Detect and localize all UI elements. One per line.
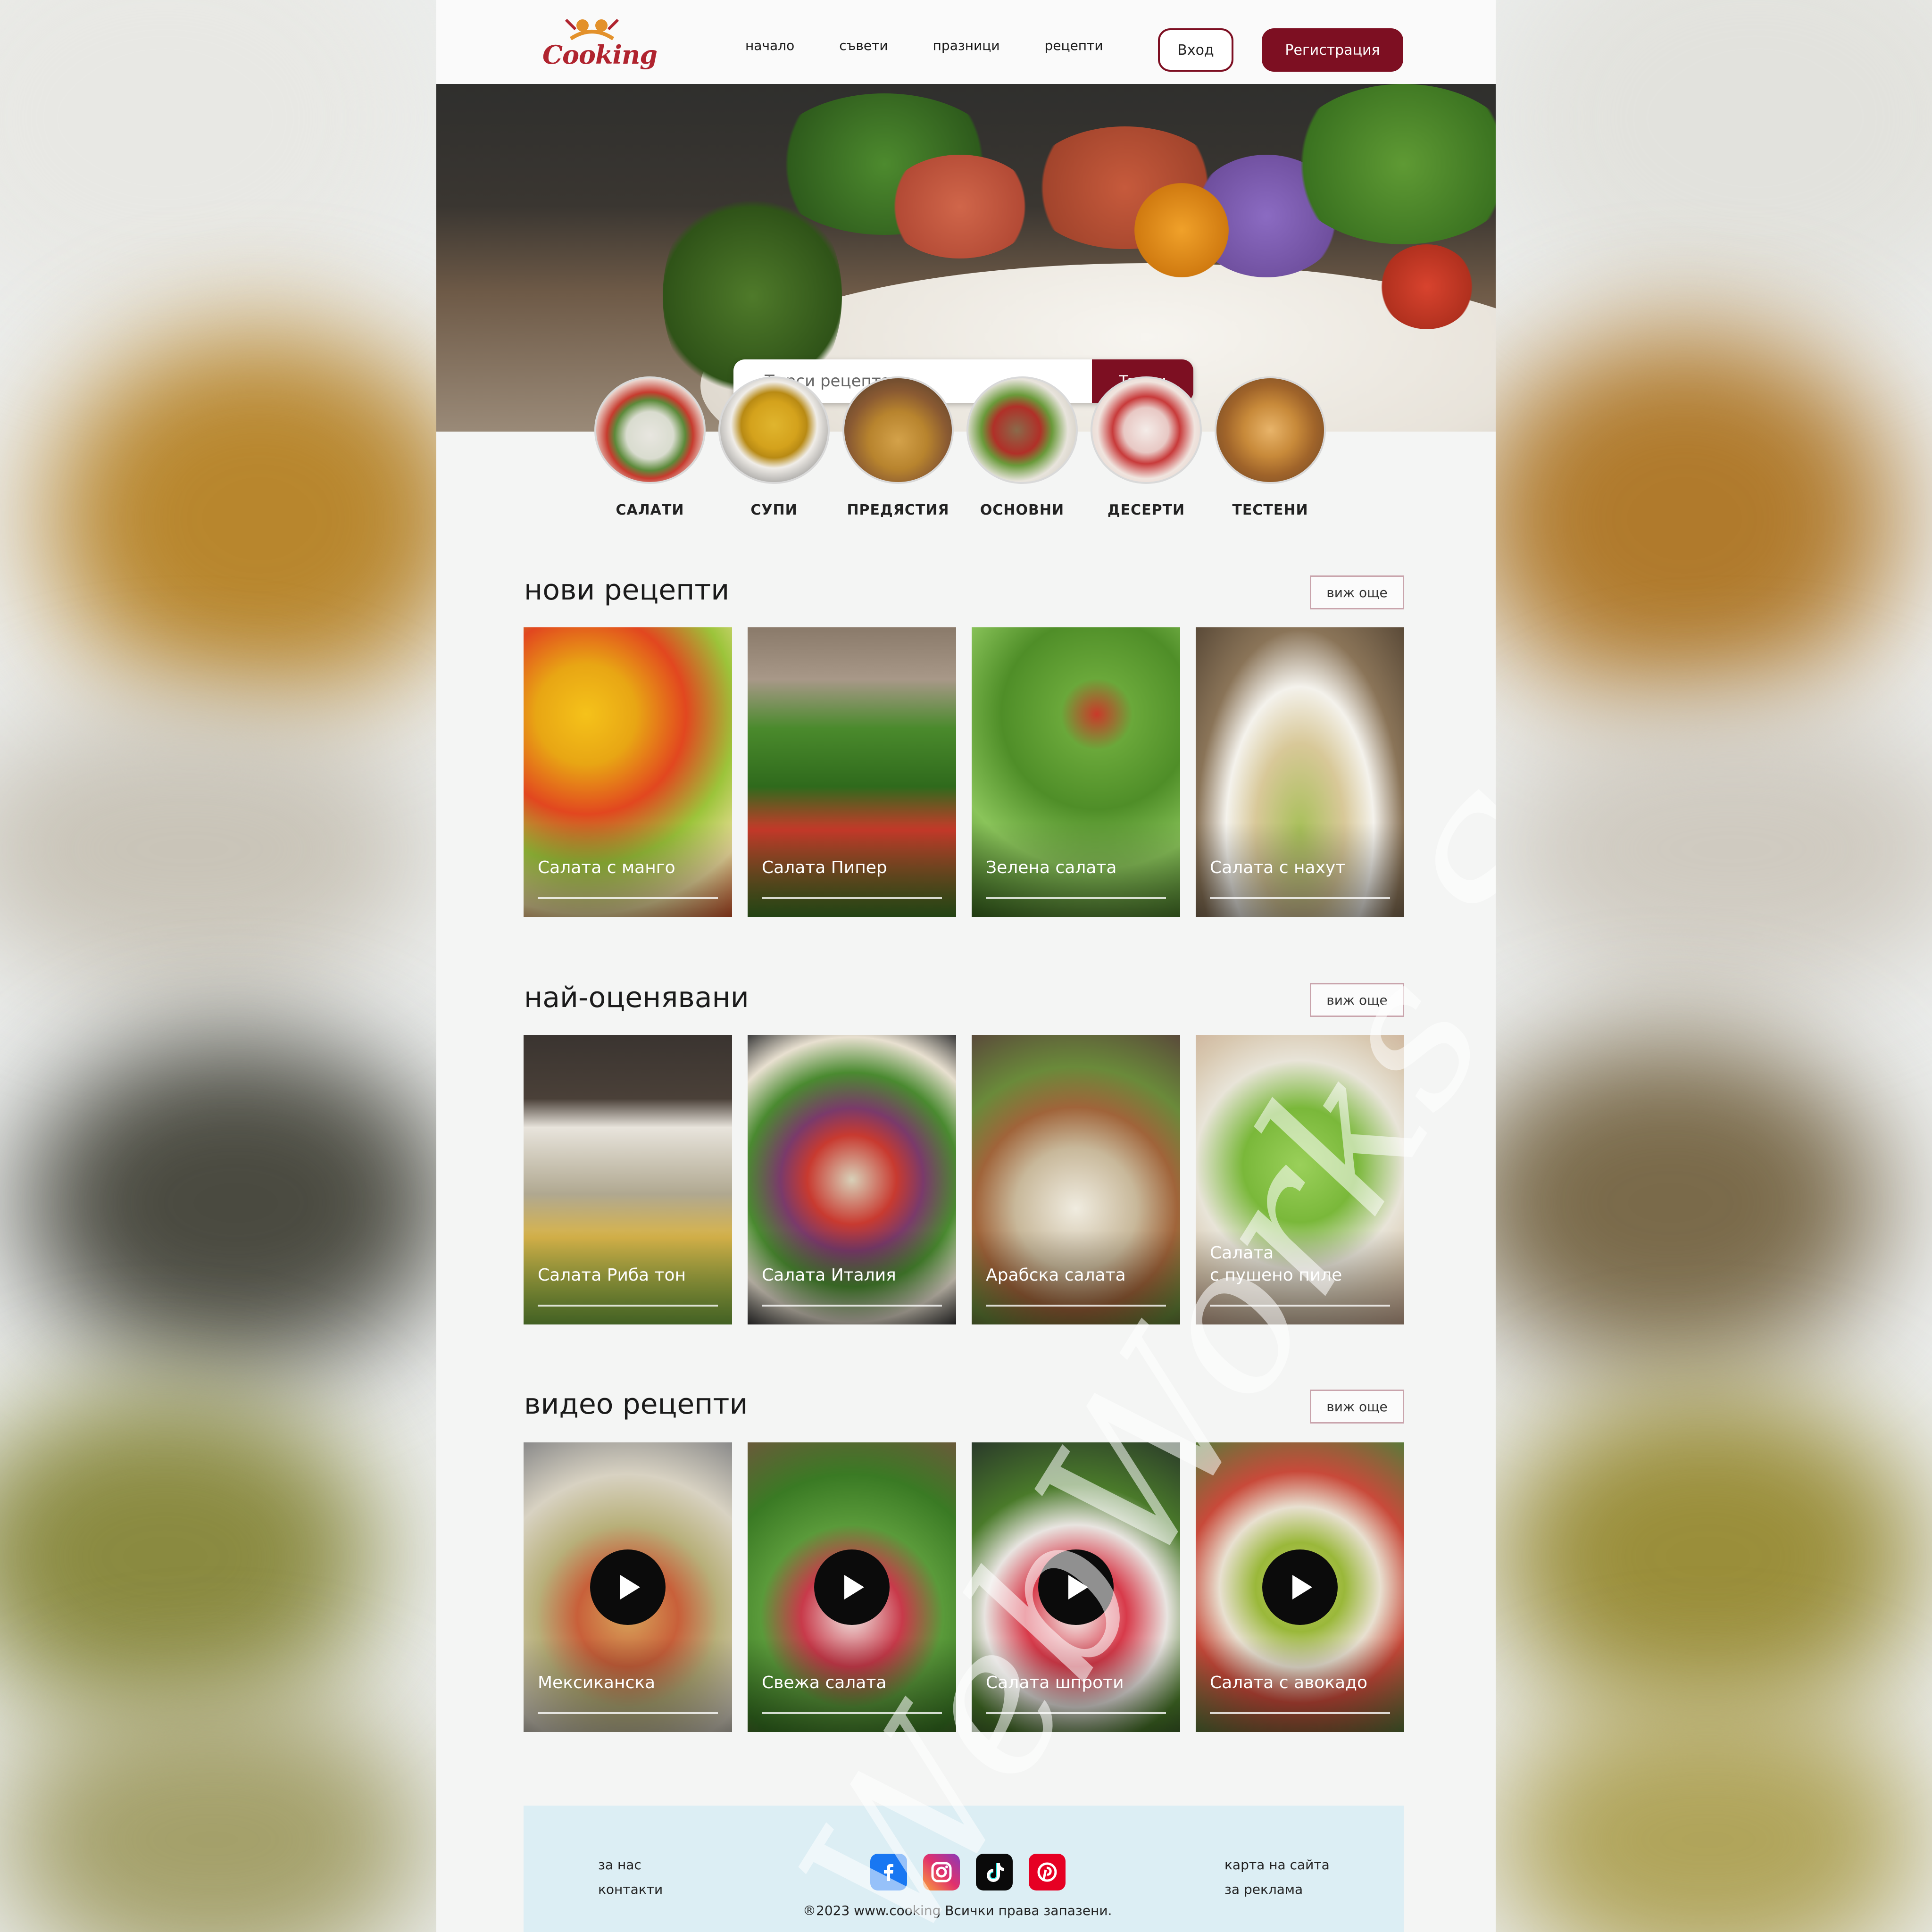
new-recipes-grid: Салата с манго Салата Пипер Зелена салат… bbox=[524, 627, 1404, 917]
recipe-card-title: Салата с пушено пиле bbox=[1210, 1243, 1342, 1285]
background-right bbox=[1496, 0, 1932, 1932]
see-more-new-button[interactable]: виж още bbox=[1310, 575, 1404, 609]
nav-link-recipes[interactable]: рецепти bbox=[1045, 38, 1103, 53]
category-image bbox=[718, 376, 830, 484]
video-card-title: Салата с авокадо bbox=[1210, 1673, 1368, 1693]
card-divider bbox=[1210, 1305, 1390, 1307]
recipe-card-title: Салата Италия bbox=[762, 1266, 896, 1285]
top-rated-grid: Салата Риба тон Салата Италия Арабска са… bbox=[524, 1035, 1404, 1324]
login-button[interactable]: Вход bbox=[1158, 28, 1233, 72]
see-more-top-rated-button[interactable]: виж още bbox=[1310, 983, 1404, 1017]
section-title-top-rated: най-оценявани bbox=[524, 981, 749, 1014]
play-icon[interactable] bbox=[814, 1549, 890, 1625]
card-divider bbox=[538, 1305, 718, 1307]
card-divider bbox=[986, 897, 1166, 899]
top-navbar: Cooking начало съвети празници рецепти В… bbox=[436, 0, 1496, 84]
copyright-text: ®2023 www.cooking Всички права запазени. bbox=[803, 1903, 1112, 1918]
recipe-card-title: Салата с манго bbox=[538, 858, 675, 878]
category-salads[interactable]: САЛАТИ bbox=[594, 376, 706, 518]
facebook-icon[interactable] bbox=[870, 1854, 907, 1890]
card-divider bbox=[1210, 1712, 1390, 1714]
category-label: ПРЕДЯСТИЯ bbox=[847, 502, 949, 518]
section-title-new: нови рецепти bbox=[524, 574, 730, 607]
social-links bbox=[870, 1854, 1066, 1890]
category-image bbox=[1215, 376, 1326, 484]
tiktok-icon[interactable] bbox=[976, 1854, 1013, 1890]
video-card-title: Мексиканска bbox=[538, 1673, 656, 1693]
recipe-card-title: Зелена салата bbox=[986, 858, 1117, 878]
category-label: САЛАТИ bbox=[616, 502, 684, 518]
web-page: Cooking начало съвети празници рецепти В… bbox=[436, 0, 1496, 1932]
footer-link-advertising[interactable]: за реклама bbox=[1224, 1877, 1330, 1902]
recipe-card[interactable]: Салата с манго bbox=[524, 627, 732, 917]
play-icon[interactable] bbox=[1262, 1549, 1338, 1625]
category-appetizers[interactable]: ПРЕДЯСТИЯ bbox=[842, 376, 954, 518]
category-label: ДЕСЕРТИ bbox=[1107, 502, 1185, 518]
category-label: ТЕСТЕНИ bbox=[1232, 502, 1308, 518]
card-divider bbox=[986, 1305, 1166, 1307]
recipe-card[interactable]: Арабска салата bbox=[972, 1035, 1180, 1324]
recipe-card[interactable]: Салата Риба тон bbox=[524, 1035, 732, 1324]
nav-link-holidays[interactable]: празници bbox=[933, 38, 1000, 53]
category-desserts[interactable]: ДЕСЕРТИ bbox=[1091, 376, 1202, 518]
video-card[interactable]: Свежа салата bbox=[748, 1442, 956, 1732]
category-list: САЛАТИ СУПИ ПРЕДЯСТИЯ ОСНОВНИ ДЕСЕРТИ ТЕ… bbox=[594, 376, 1326, 518]
logo-text: Cooking bbox=[542, 40, 658, 70]
category-pastry[interactable]: ТЕСТЕНИ bbox=[1215, 376, 1326, 518]
footer-link-contacts[interactable]: контакти bbox=[598, 1877, 663, 1902]
category-label: ОСНОВНИ bbox=[980, 502, 1065, 518]
category-image bbox=[966, 376, 1078, 484]
category-image bbox=[1091, 376, 1202, 484]
recipe-card-title: Салата Пипер bbox=[762, 858, 887, 878]
recipe-card-title: Салата Риба тон bbox=[538, 1266, 686, 1285]
category-image bbox=[594, 376, 706, 484]
card-divider bbox=[1210, 897, 1390, 899]
recipe-card-title: Салата с нахут bbox=[1210, 858, 1346, 878]
footer-link-sitemap[interactable]: карта на сайта bbox=[1224, 1853, 1330, 1877]
recipe-card[interactable]: Салата Италия bbox=[748, 1035, 956, 1324]
card-divider bbox=[762, 1712, 942, 1714]
video-recipes-grid: Мексиканска Свежа салата Салата шпроти С… bbox=[524, 1442, 1404, 1732]
recipe-card-title: Арабска салата bbox=[986, 1266, 1126, 1285]
recipe-card[interactable]: Салата Пипер bbox=[748, 627, 956, 917]
instagram-icon[interactable] bbox=[923, 1854, 960, 1890]
nav-link-home[interactable]: начало bbox=[745, 38, 794, 53]
register-button[interactable]: Регистрация bbox=[1262, 28, 1403, 72]
video-card[interactable]: Мексиканска bbox=[524, 1442, 732, 1732]
video-card[interactable]: Салата с авокадо bbox=[1196, 1442, 1404, 1732]
card-divider bbox=[762, 897, 942, 899]
footer-left-links: за нас контакти bbox=[598, 1853, 663, 1902]
nav-links: начало съвети празници рецепти bbox=[745, 38, 1103, 53]
recipe-card[interactable]: Зелена салата bbox=[972, 627, 1180, 917]
site-logo[interactable]: Cooking bbox=[542, 11, 658, 73]
section-title-video: видео рецепти bbox=[524, 1388, 748, 1421]
footer-link-about[interactable]: за нас bbox=[598, 1853, 663, 1877]
recipe-card[interactable]: Салата с пушено пиле bbox=[1196, 1035, 1404, 1324]
video-card-title: Салата шпроти bbox=[986, 1673, 1124, 1693]
video-card[interactable]: Салата шпроти bbox=[972, 1442, 1180, 1732]
recipe-card[interactable]: Салата с нахут bbox=[1196, 627, 1404, 917]
category-mains[interactable]: ОСНОВНИ bbox=[966, 376, 1078, 518]
card-divider bbox=[538, 1712, 718, 1714]
footer-right-links: карта на сайта за реклама bbox=[1224, 1853, 1330, 1902]
nav-link-tips[interactable]: съвети bbox=[839, 38, 888, 53]
category-image bbox=[842, 376, 954, 484]
category-label: СУПИ bbox=[750, 502, 798, 518]
pinterest-icon[interactable] bbox=[1029, 1854, 1066, 1890]
card-divider bbox=[986, 1712, 1166, 1714]
background-left bbox=[0, 0, 436, 1932]
category-soups[interactable]: СУПИ bbox=[718, 376, 830, 518]
video-card-title: Свежа салата bbox=[762, 1673, 887, 1693]
card-divider bbox=[762, 1305, 942, 1307]
site-footer: за нас контакти карта на сайта за реклам… bbox=[524, 1806, 1404, 1932]
chef-hat-icon bbox=[565, 18, 619, 41]
card-divider bbox=[538, 897, 718, 899]
play-icon[interactable] bbox=[1038, 1549, 1114, 1625]
see-more-video-button[interactable]: виж още bbox=[1310, 1390, 1404, 1424]
play-icon[interactable] bbox=[590, 1549, 666, 1625]
